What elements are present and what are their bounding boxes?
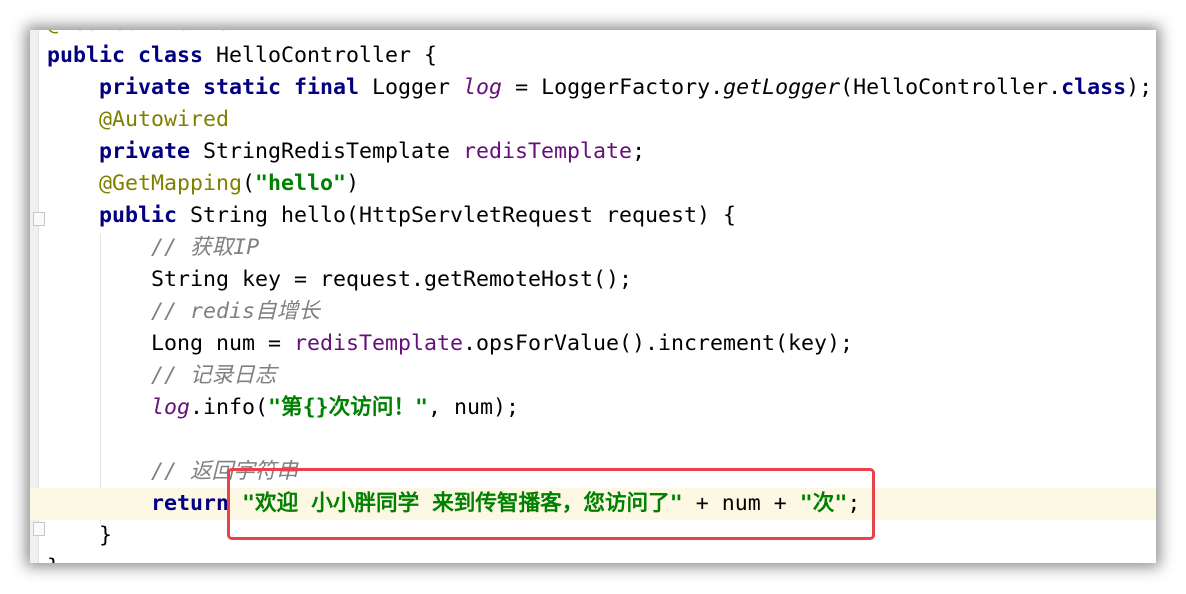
code-line[interactable]: private static final Logger log = Logger…: [47, 72, 1156, 104]
code-token-kw: class: [1061, 75, 1127, 100]
code-token-plain: .info(: [190, 395, 269, 420]
fold-icon[interactable]: [33, 522, 45, 536]
code-token-cmt: // redis自增长: [151, 299, 320, 324]
code-token-plain: }: [47, 555, 60, 563]
code-token-fld: redisTemplate: [463, 139, 633, 164]
code-token-kw: public: [99, 203, 191, 228]
code-token-str: "hello": [255, 171, 347, 196]
code-token-plain: ): [346, 171, 360, 196]
code-line[interactable]: String key = request.getRemoteHost();: [47, 264, 1156, 296]
code-token-str: "第{}次访问！": [268, 395, 429, 420]
code-token-plain: String hello(HttpServletRequest request)…: [190, 203, 737, 228]
code-token-plain: , num);: [428, 395, 520, 420]
gutter: [30, 30, 39, 563]
code-token-plain: String key = request.getRemoteHost();: [151, 267, 633, 292]
code-token-plain: Long num =: [151, 331, 295, 356]
code-token-plain: );: [1126, 75, 1153, 100]
code-line[interactable]: [47, 424, 1156, 456]
code-token-plain: = LoggerFactory.: [502, 75, 724, 100]
code-line[interactable]: Long num = redisTemplate.opsForValue().i…: [47, 328, 1156, 360]
code-token-plain: }: [47, 523, 113, 548]
code-line[interactable]: public class HelloController {: [47, 40, 1156, 72]
code-token-plain: .opsForValue().increment(key);: [463, 331, 854, 356]
code-token-plain: StringRedisTemplate: [203, 139, 464, 164]
code-token-plain: HelloController {: [216, 43, 438, 68]
code-token-cmt: // 记录日志: [151, 363, 277, 388]
code-token-plain: ;: [632, 139, 646, 164]
code-token-kw: public class: [47, 43, 217, 68]
code-token-sfld: log: [463, 75, 503, 100]
code-line[interactable]: public String hello(HttpServletRequest r…: [47, 200, 1156, 232]
code-line[interactable]: // redis自增长: [47, 296, 1156, 328]
code-token-ann: @GetMapping: [99, 171, 243, 196]
code-token-ann: @Autowired: [99, 107, 230, 132]
code-line[interactable]: @RestController: [47, 30, 1156, 40]
fold-icon[interactable]: [33, 212, 45, 226]
code-line[interactable]: log.info("第{}次访问！", num);: [47, 392, 1156, 424]
code-token-kw: private static final: [99, 75, 373, 100]
code-line[interactable]: // 获取IP: [47, 232, 1156, 264]
code-token-kw: private: [99, 139, 204, 164]
code-line[interactable]: }: [47, 552, 1156, 563]
code-line[interactable]: @GetMapping("hello"): [47, 168, 1156, 200]
code-line[interactable]: private StringRedisTemplate redisTemplat…: [47, 136, 1156, 168]
code-token-fld: redisTemplate: [294, 331, 464, 356]
code-token-it: getLogger: [723, 75, 841, 100]
code-line[interactable]: @Autowired: [47, 104, 1156, 136]
code-token-ann: @RestController: [47, 30, 242, 36]
code-line[interactable]: // 记录日志: [47, 360, 1156, 392]
code-token-sfld: log: [151, 395, 191, 420]
code-token-plain: (: [242, 171, 256, 196]
highlight-box: [227, 468, 875, 540]
code-token-cmt: // 获取IP: [151, 235, 260, 260]
code-token-plain: (HelloController.: [840, 75, 1062, 100]
code-token-plain: Logger: [372, 75, 464, 100]
